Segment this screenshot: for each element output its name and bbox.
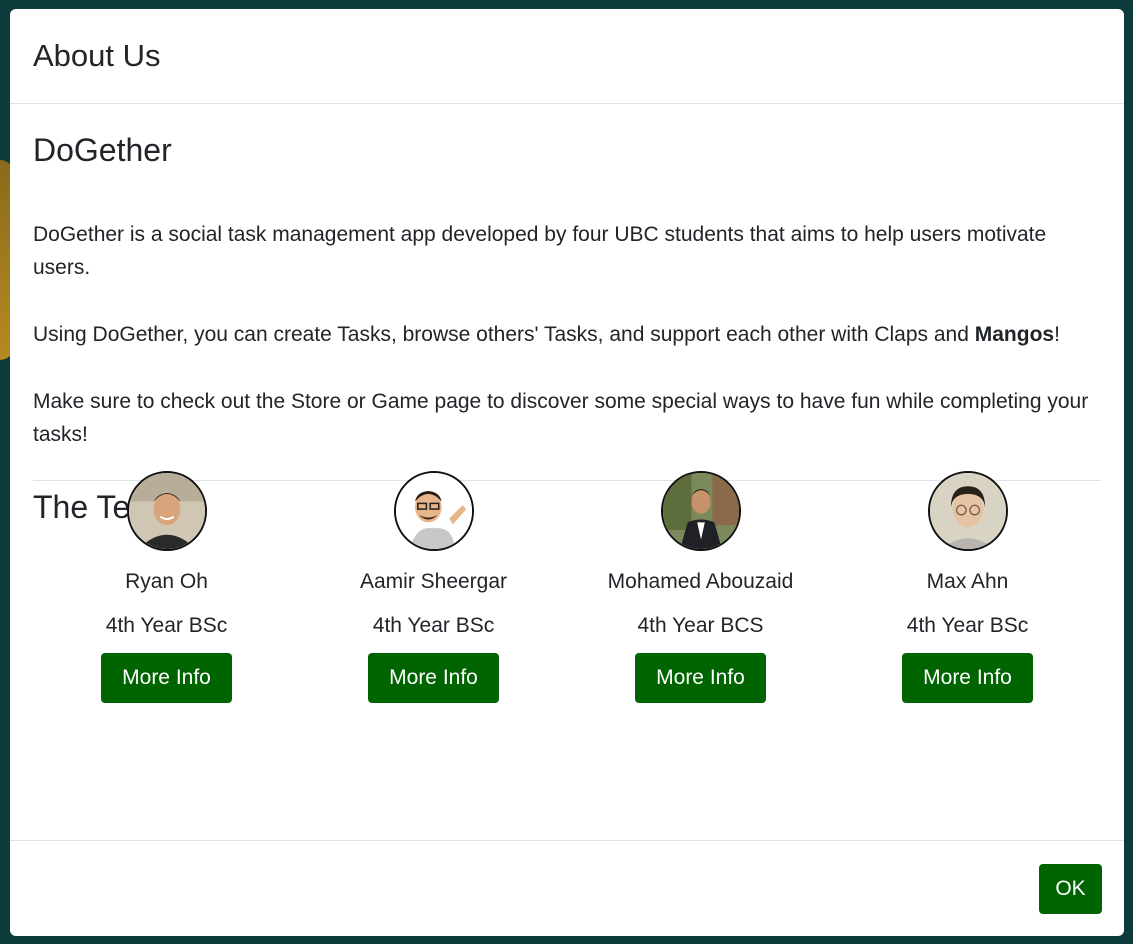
team-member-card: Aamir Sheergar 4th Year BSc More Info	[300, 471, 567, 703]
ok-button[interactable]: OK	[1039, 864, 1102, 914]
photo-avatar-icon	[662, 473, 739, 549]
about-paragraph-2: Using DoGether, you can create Tasks, br…	[33, 318, 1101, 351]
team-members-row: Ryan Oh 4th Year BSc More Info Aamir She…	[33, 471, 1101, 703]
about-paragraph-2-end: !	[1054, 323, 1060, 346]
member-name: Aamir Sheergar	[359, 570, 508, 593]
member-year: 4th Year BCS	[637, 614, 764, 637]
team-member-card: Mohamed Abouzaid 4th Year BCS More Info	[567, 471, 834, 703]
about-paragraph-2-text: Using DoGether, you can create Tasks, br…	[33, 323, 975, 346]
photo-avatar-icon	[929, 473, 1006, 549]
member-avatar	[393, 471, 474, 551]
member-avatar	[126, 471, 207, 551]
more-info-button[interactable]: More Info	[368, 653, 499, 703]
app-name-heading: DoGether	[33, 132, 172, 168]
modal-footer: OK	[10, 840, 1124, 936]
member-name: Max Ahn	[926, 570, 1009, 593]
more-info-button[interactable]: More Info	[101, 653, 232, 703]
member-avatar	[660, 471, 741, 551]
photo-avatar-icon	[128, 473, 205, 549]
member-name: Ryan Oh	[125, 570, 208, 593]
about-paragraph-3: Make sure to check out the Store or Game…	[33, 390, 1089, 446]
member-year: 4th Year BSc	[372, 614, 495, 637]
more-info-button[interactable]: More Info	[635, 653, 766, 703]
modal-header: About Us	[10, 9, 1124, 104]
about-us-modal: About Us DoGether DoGether is a social t…	[10, 9, 1124, 936]
modal-title: About Us	[33, 38, 161, 73]
team-member-card: Ryan Oh 4th Year BSc More Info	[33, 471, 300, 703]
about-paragraph-1: DoGether is a social task management app…	[33, 223, 1047, 279]
more-info-button[interactable]: More Info	[902, 653, 1033, 703]
cartoon-avatar-icon	[395, 473, 472, 549]
mangos-bold-text: Mangos	[974, 323, 1055, 346]
member-name: Mohamed Abouzaid	[607, 570, 794, 593]
member-year: 4th Year BSc	[105, 614, 228, 637]
member-avatar	[927, 471, 1008, 551]
team-member-card: Max Ahn 4th Year BSc More Info	[834, 471, 1101, 703]
member-year: 4th Year BSc	[906, 614, 1029, 637]
